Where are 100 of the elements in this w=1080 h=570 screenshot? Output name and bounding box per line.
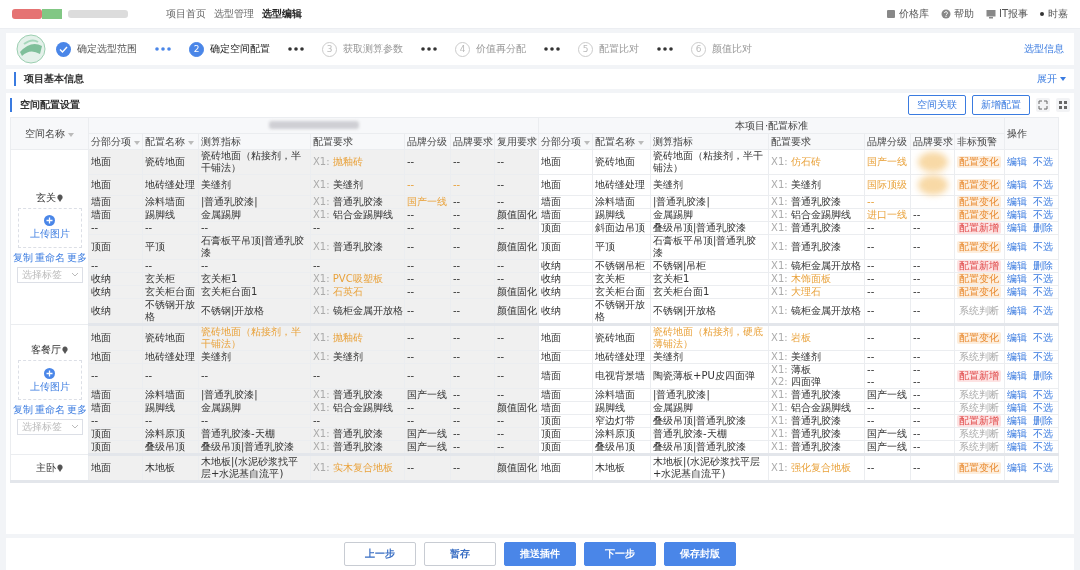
edit-link[interactable]: 编辑: [1007, 273, 1028, 285]
breadcrumb-link[interactable]: 项目首页: [166, 7, 206, 21]
action-link[interactable]: 不选: [1033, 196, 1054, 208]
selection-info-link[interactable]: 选型信息: [1024, 42, 1064, 56]
table-cell: X1: 普通乳胶漆: [768, 440, 865, 455]
column-header: 操作: [1004, 117, 1059, 150]
edit-link[interactable]: 编辑: [1007, 305, 1028, 317]
edit-link[interactable]: 编辑: [1007, 209, 1028, 221]
outline-button[interactable]: 空间关联: [908, 95, 966, 115]
action-link[interactable]: 复制: [12, 251, 33, 264]
edit-link[interactable]: 编辑: [1007, 332, 1028, 344]
sort-caret-icon[interactable]: [68, 132, 74, 137]
action-link[interactable]: 删除: [1033, 260, 1054, 272]
action-link[interactable]: 不选: [1033, 351, 1054, 363]
user-name[interactable]: 时嘉: [1048, 7, 1068, 21]
action-link[interactable]: 不选: [1033, 305, 1054, 317]
step-dots-icon: [544, 47, 560, 51]
action-link[interactable]: 重命名: [34, 404, 65, 416]
edit-link[interactable]: 编辑: [1007, 428, 1028, 440]
table-cell: --: [864, 259, 911, 273]
action-link[interactable]: 不选: [1033, 286, 1054, 298]
column-header[interactable]: 空间名称: [10, 117, 89, 150]
sort-caret-icon[interactable]: [584, 140, 591, 145]
action-link[interactable]: 不选: [1033, 441, 1054, 453]
footer-button[interactable]: 上一步: [344, 542, 416, 566]
sort-caret-icon[interactable]: [638, 140, 645, 145]
upload-area[interactable]: 上传图片: [17, 360, 82, 400]
status-tag: 配置变化: [957, 462, 1002, 474]
footer-button[interactable]: 保存封版: [664, 542, 736, 566]
sort-caret-icon[interactable]: [188, 140, 194, 145]
edit-link[interactable]: 编辑: [1007, 196, 1028, 208]
footer-button[interactable]: 推送插件: [504, 542, 576, 566]
table-cell: 顶面: [538, 221, 593, 235]
step-item[interactable]: 5 配置比对: [578, 41, 639, 57]
toolbar-button[interactable]: 价格库: [885, 7, 929, 21]
status-tag: 配置新增: [957, 415, 1002, 427]
layout-icon[interactable]: [1056, 98, 1070, 112]
breadcrumb-link[interactable]: 选型管理: [214, 7, 254, 21]
pin-icon: [57, 463, 63, 472]
edit-link[interactable]: 编辑: [1007, 462, 1028, 474]
edit-link[interactable]: 编辑: [1007, 389, 1028, 401]
table-cell: --: [910, 234, 955, 260]
action-link[interactable]: 复制: [12, 404, 33, 416]
action-link[interactable]: 不选: [1033, 389, 1054, 401]
action-link[interactable]: 更多: [66, 251, 87, 264]
table-cell: 进口一线: [864, 208, 911, 222]
toolbar-button[interactable]: IT报事: [985, 7, 1028, 21]
edit-link[interactable]: 编辑: [1007, 370, 1028, 382]
edit-link[interactable]: 编辑: [1007, 286, 1028, 298]
step-item[interactable]: 确定选型范围: [56, 41, 137, 57]
edit-link[interactable]: 编辑: [1007, 156, 1028, 168]
action-link[interactable]: 不选: [1033, 156, 1054, 168]
footer-button[interactable]: 下一步: [584, 542, 656, 566]
breadcrumb-link[interactable]: 选型编辑: [262, 7, 302, 21]
action-link[interactable]: 更多: [66, 404, 87, 416]
action-link[interactable]: 重命名: [34, 251, 65, 264]
edit-link[interactable]: 编辑: [1007, 441, 1028, 453]
table-cell: --: [864, 195, 911, 209]
edit-link[interactable]: 编辑: [1007, 260, 1028, 272]
action-link[interactable]: 不选: [1033, 428, 1054, 440]
step-item[interactable]: 4 价值再分配: [455, 41, 526, 57]
expand-toggle[interactable]: 展开: [1037, 72, 1066, 86]
status-tag: 配置变化: [957, 209, 1002, 221]
action-link[interactable]: 删除: [1033, 415, 1054, 427]
table-cell: --: [198, 363, 311, 389]
edit-link[interactable]: 编辑: [1007, 402, 1028, 414]
status-tag: 配置新增: [957, 222, 1002, 234]
step-item[interactable]: 6 颜值比对: [691, 41, 752, 57]
action-link[interactable]: 不选: [1033, 332, 1054, 344]
action-link[interactable]: 不选: [1033, 241, 1054, 253]
table-cell: 玄关柜台面: [592, 285, 651, 299]
table-cell: 木地板|(水泥砂浆找平层+水泥基自流平): [650, 454, 769, 482]
upload-area[interactable]: 上传图片: [17, 207, 82, 248]
edit-link[interactable]: 编辑: [1007, 222, 1028, 234]
edit-link[interactable]: 编辑: [1007, 415, 1028, 427]
sort-caret-icon[interactable]: [134, 140, 140, 145]
action-link[interactable]: 不选: [1033, 273, 1054, 285]
action-link[interactable]: 不选: [1033, 462, 1054, 474]
edit-link[interactable]: 编辑: [1007, 241, 1028, 253]
outline-button[interactable]: 新增配置: [972, 95, 1030, 115]
table-cell: X1: 普通乳胶漆: [310, 234, 405, 260]
step-item[interactable]: 2 确定空间配置: [189, 41, 270, 57]
monitor-icon: [985, 9, 996, 19]
table-cell: --: [910, 454, 955, 482]
action-link[interactable]: 删除: [1033, 222, 1054, 234]
action-link[interactable]: 不选: [1033, 179, 1054, 191]
action-link[interactable]: 不选: [1033, 402, 1054, 414]
status-tag: 配置变化: [957, 196, 1002, 208]
step-item[interactable]: 3 获取测算参数: [322, 41, 403, 57]
action-link[interactable]: 删除: [1033, 370, 1054, 382]
footer-button[interactable]: 暂存: [424, 542, 496, 566]
toolbar-button[interactable]: 帮助: [940, 7, 974, 21]
edit-link[interactable]: 编辑: [1007, 351, 1028, 363]
action-link[interactable]: 不选: [1033, 209, 1054, 221]
table-cell: 收纳: [538, 259, 593, 273]
fullscreen-icon[interactable]: [1036, 98, 1050, 112]
edit-link[interactable]: 编辑: [1007, 179, 1028, 191]
table-cell: 陶瓷薄板+PU皮四面弹: [650, 363, 769, 389]
table-cell: 玄关柜: [592, 272, 651, 286]
table-cell: --: [864, 454, 911, 482]
